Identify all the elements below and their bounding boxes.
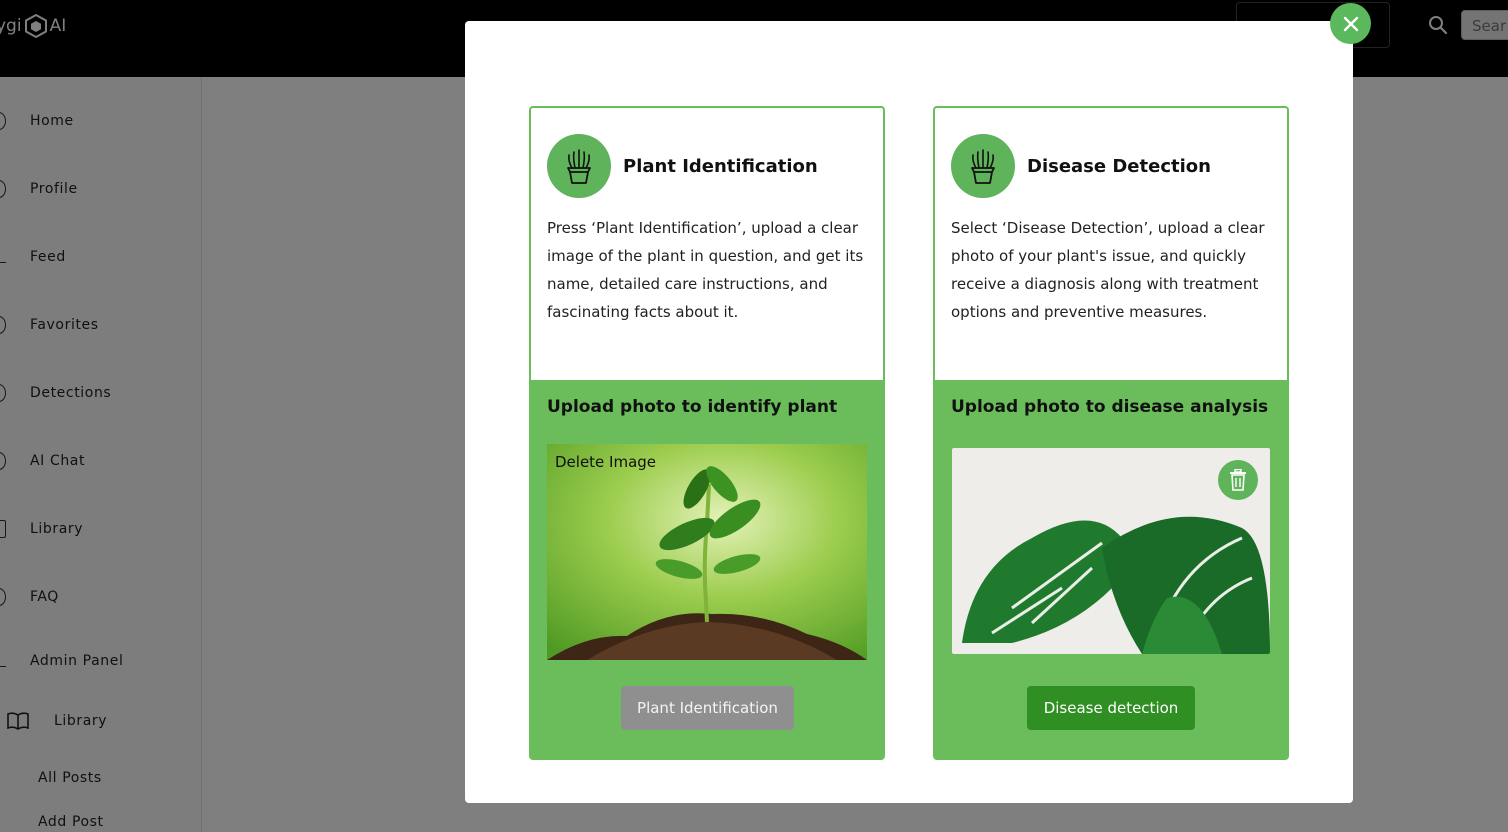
disease-detection-card: Disease Detection Select ‘Disease Detect… [933, 106, 1289, 760]
plant-identification-button[interactable]: Plant Identification [621, 686, 794, 730]
uploaded-plant-image: Delete Image [547, 444, 867, 660]
disease-detection-button[interactable]: Disease detection [1027, 686, 1195, 730]
close-icon [1343, 16, 1358, 31]
potted-plant-icon [951, 134, 1015, 198]
upload-section: Upload photo to disease analysis Disease… [935, 380, 1287, 758]
trash-icon [1230, 469, 1246, 491]
upload-modal: Plant Identification Press ‘Plant Identi… [465, 21, 1353, 803]
uploaded-disease-image [952, 448, 1270, 654]
card-header: Disease Detection [951, 134, 1211, 198]
card-header: Plant Identification [547, 134, 818, 198]
delete-image-button[interactable] [1218, 460, 1258, 500]
card-description: Select ‘Disease Detection’, upload a cle… [951, 219, 1265, 321]
delete-image-button[interactable]: Delete Image [555, 453, 656, 471]
upload-title: Upload photo to disease analysis [951, 397, 1269, 417]
potted-plant-icon [547, 134, 611, 198]
upload-title: Upload photo to identify plant [547, 397, 838, 417]
upload-section: Upload photo to identify plant Delete Im… [531, 380, 883, 758]
close-modal-button[interactable] [1330, 3, 1371, 44]
card-description: Press ‘Plant Identification’, upload a c… [547, 219, 864, 321]
card-title: Plant Identification [623, 155, 818, 177]
plant-identification-card: Plant Identification Press ‘Plant Identi… [529, 106, 885, 760]
card-title: Disease Detection [1027, 155, 1211, 177]
